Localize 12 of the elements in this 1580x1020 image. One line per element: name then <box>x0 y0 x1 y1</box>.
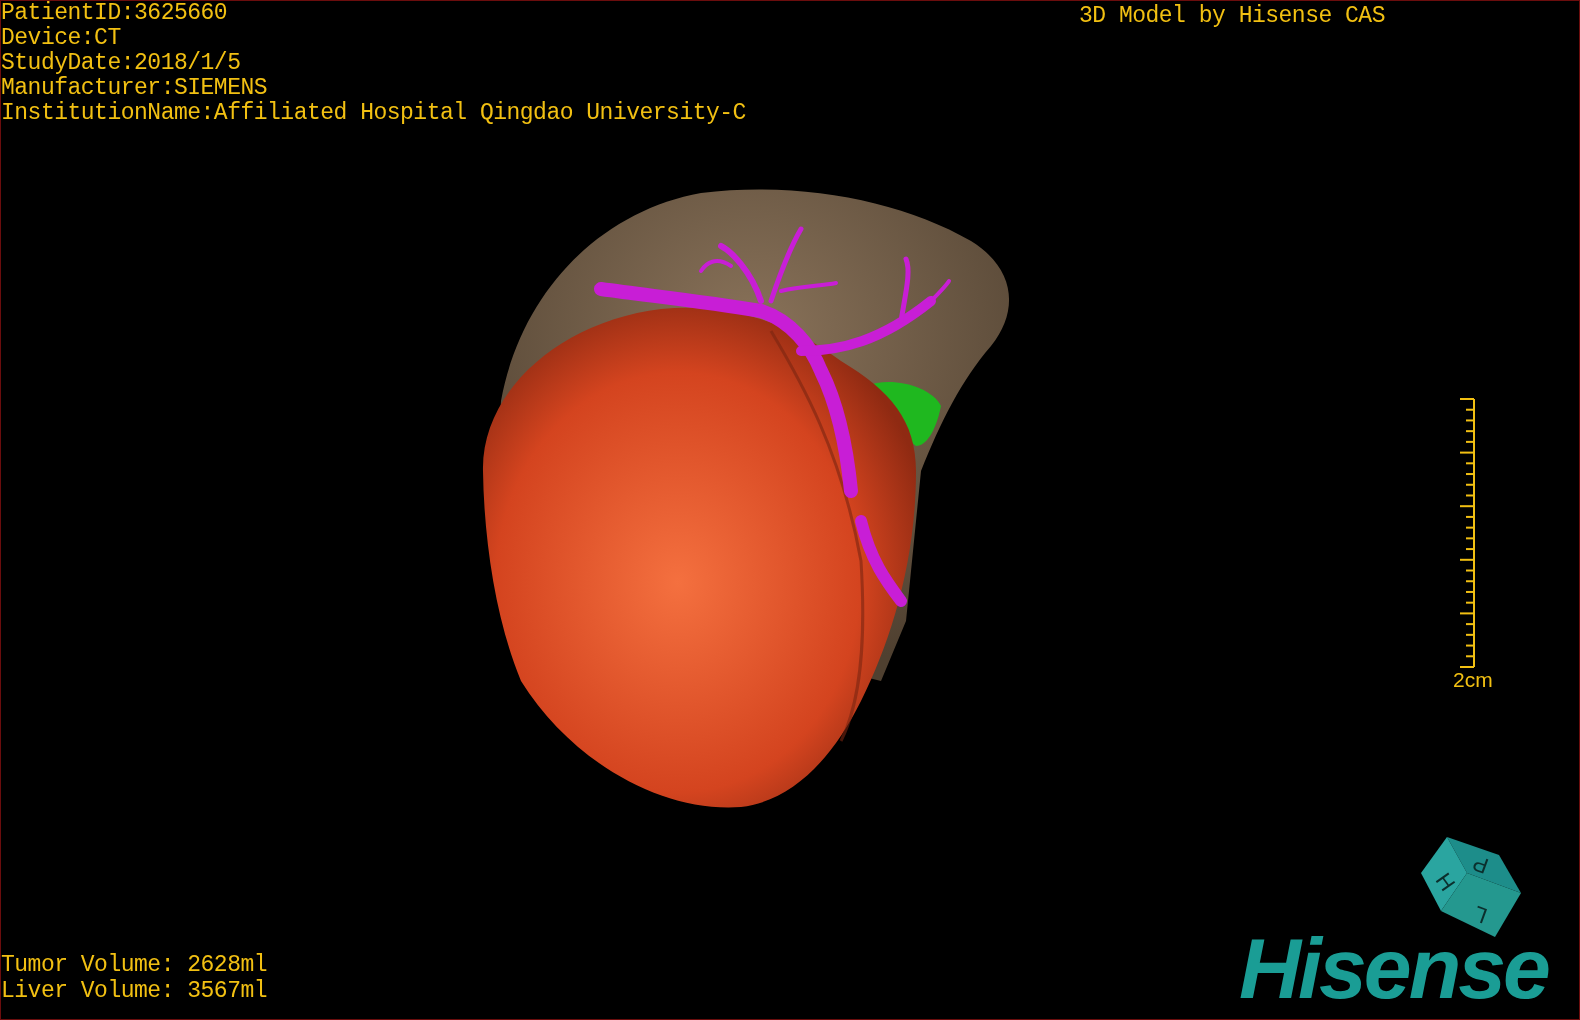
volume-text: Liver Volume: 3567ml <box>1 978 268 1004</box>
3d-viewport[interactable] <box>0 0 1580 1020</box>
patient-info-text: Manufacturer:SIEMENS <box>1 76 269 101</box>
patient-info-text: InstitutionName:Affiliated Hospital Qingdao University-C <box>1 101 746 126</box>
patient-info-text: StudyDate:2018/1/5 <box>1 51 242 76</box>
patient-info-text: Device:CT <box>1 26 122 51</box>
scale-label: 2cm <box>1453 669 1493 691</box>
volume-text: Tumor Volume: 2628ml <box>1 952 268 978</box>
cube-axis-label: P <box>1469 850 1492 879</box>
patient-info-text: PatientID:3625660 <box>1 1 229 26</box>
cube-axis-label: H <box>1430 868 1461 896</box>
model-credit-text: 3D Model by Hisense CAS <box>1079 2 1385 31</box>
